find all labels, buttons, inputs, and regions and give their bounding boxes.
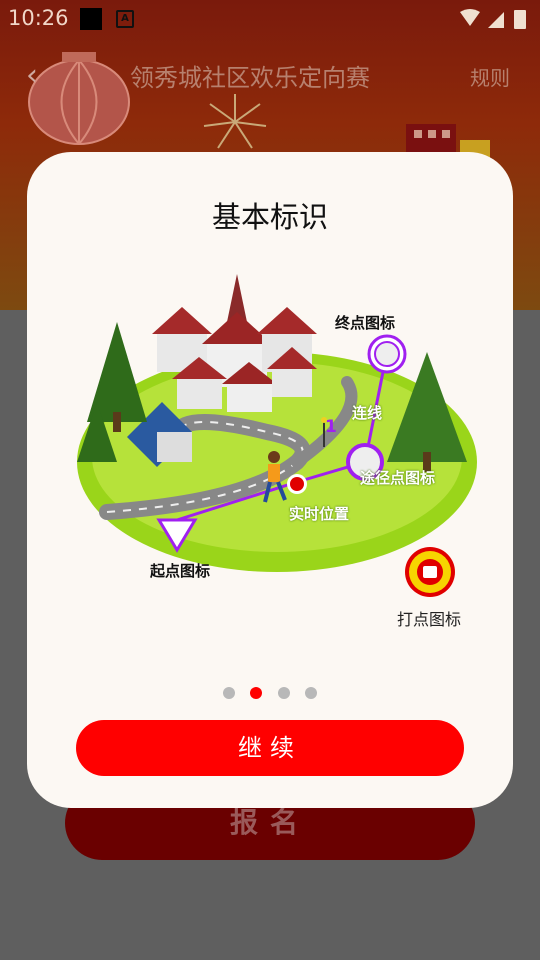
notification-icon (80, 8, 102, 30)
continue-button[interactable]: 继续 (76, 720, 464, 776)
pagination-dot[interactable] (223, 687, 236, 699)
finish-label: 终点图标 (335, 314, 396, 332)
realtime-label: 实时位置 (289, 505, 350, 523)
back-button[interactable]: ‹ (26, 58, 38, 93)
realtime-marker (290, 477, 304, 491)
modal-title: 基本标识 (211, 200, 328, 234)
pagination-dot[interactable] (304, 687, 317, 699)
firework-decoration (203, 94, 267, 149)
status-indicators (460, 9, 526, 29)
pagination-dot-active[interactable] (250, 687, 263, 699)
rules-link[interactable]: 规则 (470, 62, 510, 91)
page-title: 领秀城社区欢乐定向赛 (130, 64, 370, 92)
line-label: 连线 (352, 404, 383, 422)
battery-icon (514, 10, 526, 29)
notification-a-icon: A (116, 10, 134, 28)
status-time: 10:26 (8, 6, 69, 30)
legend-modal: 基本标识 终点图标 连线 1 途径点图标 实时位置 起点图标 打点图标 继续 (27, 152, 513, 808)
waypoint-label: 途径点图标 (360, 469, 436, 487)
status-bar: 10:26 A (0, 0, 540, 36)
wifi-icon (460, 9, 480, 26)
map-illustration (77, 274, 477, 572)
signal-icon (488, 12, 504, 28)
waypoint-number: 1 (325, 417, 337, 437)
start-label: 起点图标 (150, 562, 211, 580)
lantern-decoration (28, 52, 130, 145)
checkin-icon (405, 547, 455, 597)
pagination-dots (27, 684, 513, 703)
pagination-dot[interactable] (277, 687, 290, 699)
checkin-label: 打点图标 (397, 610, 462, 629)
